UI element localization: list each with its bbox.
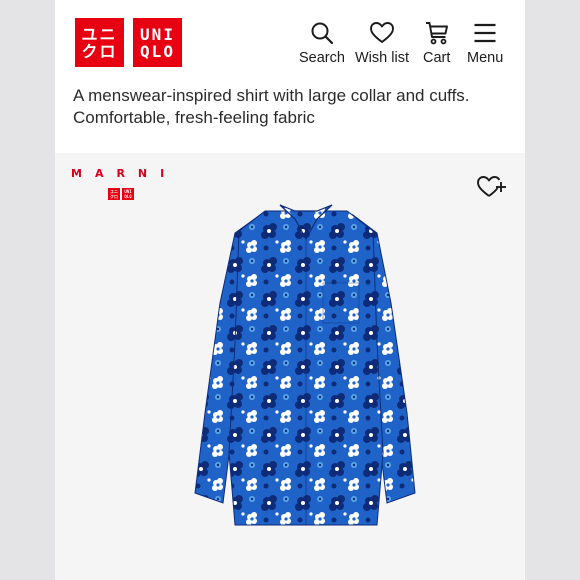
logo-text-line-2: QLO [124, 194, 132, 199]
cart-button[interactable]: Cart [423, 20, 450, 66]
product-page: ユニ クロ UNI QLO Search Wish list Cart Menu… [55, 0, 525, 580]
heart-icon [370, 22, 394, 43]
wishlist-label: Wish list [355, 50, 409, 66]
logo-text-line-1: ユニ [81, 24, 118, 44]
uniqlo-mini-logo-latin: UNI QLO [122, 188, 134, 200]
uniqlo-latin-logo[interactable]: UNI QLO [133, 18, 182, 67]
shirt-image [194, 204, 416, 526]
marni-brand-label: MARNI [71, 167, 178, 180]
logo-text-line-2: クロ [110, 194, 118, 199]
search-icon [311, 22, 334, 45]
wishlist-button[interactable]: Wish list [355, 20, 409, 66]
search-button[interactable]: Search [299, 20, 345, 66]
menu-label: Menu [467, 50, 504, 66]
uniqlo-mini-logo-katakana: ユニ クロ [108, 188, 120, 200]
logo-text-line-1: UNI [140, 24, 175, 44]
menu-button[interactable]: Menu [467, 20, 503, 66]
logo-text-line-2: QLO [140, 41, 175, 61]
product-description: A menswear-inspired shirt with large col… [73, 86, 470, 127]
product-image-panel[interactable]: MARNI ユニ クロ UNI QLO [55, 153, 525, 580]
add-to-wishlist-heart-plus-icon[interactable] [476, 170, 508, 202]
site-header: ユニ クロ UNI QLO Search Wish list Cart Menu [55, 0, 525, 80]
cart-icon [425, 22, 448, 45]
search-label: Search [299, 50, 345, 66]
cart-label: Cart [423, 50, 451, 66]
logo-text-line-2: クロ [81, 41, 118, 61]
hamburger-menu-icon [474, 23, 496, 43]
uniqlo-katakana-logo[interactable]: ユニ クロ [75, 18, 124, 67]
